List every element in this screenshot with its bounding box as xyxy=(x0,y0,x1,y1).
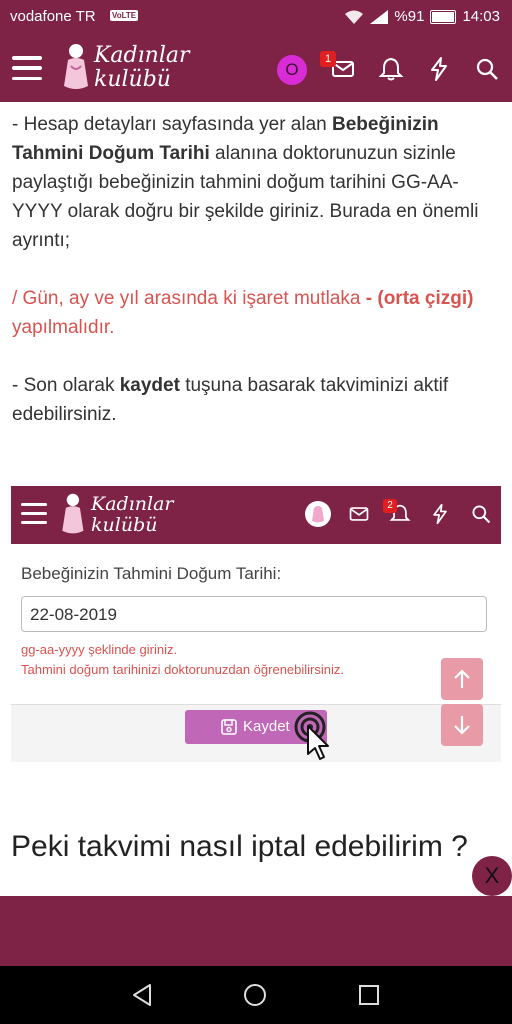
embedded-hamburger-icon xyxy=(21,503,47,524)
p3-text-a: - Son olarak xyxy=(12,375,120,396)
embedded-logo-line-2: kulübü xyxy=(91,514,158,536)
status-bar: vodafone TR VoLTE %91 14:03 xyxy=(0,0,512,34)
p3-bold: kaydet xyxy=(119,375,180,396)
embedded-avatar xyxy=(305,501,331,527)
bottom-banner xyxy=(0,896,512,966)
search-icon[interactable] xyxy=(474,56,500,82)
p2-bold: - (orta çizgi) xyxy=(365,288,474,309)
embedded-hint-doctor: Tahmini doğum tarihinizi doktorunuzdan ö… xyxy=(21,662,345,677)
embedded-avatar-figure-icon xyxy=(312,506,324,523)
embedded-due-date-field: 22-08-2019 xyxy=(21,596,487,632)
carrier-name: vodafone TR xyxy=(10,8,96,25)
embedded-notification-badge: 2 xyxy=(383,499,397,513)
section-heading: Peki takvimi nasıl iptal edebilirim ? xyxy=(11,830,468,863)
messages-badge: 1 xyxy=(320,51,336,67)
site-logo[interactable]: Kadınlar kulübü xyxy=(58,42,208,94)
cursor-pointer-icon xyxy=(307,725,329,760)
embedded-logo-line-1: Kadınlar xyxy=(91,493,174,515)
article-body: - Hesap detayları sayfasında yer alan Be… xyxy=(12,110,504,429)
battery-percent: %91 xyxy=(394,8,425,25)
logo-line-1: Kadınlar xyxy=(94,43,190,68)
arrow-up-icon xyxy=(454,669,470,688)
back-icon[interactable] xyxy=(130,982,154,1008)
signal-icon xyxy=(370,9,389,24)
embedded-hint-format: gg-aa-yyyy şeklinde giriniz. xyxy=(21,642,178,657)
embedded-search-icon xyxy=(472,505,491,524)
logo-line-2: kulübü xyxy=(94,67,171,92)
app-bar: Kadınlar kulübü O 1 xyxy=(0,34,512,102)
volte-badge: VoLTE xyxy=(110,10,139,21)
recents-icon[interactable] xyxy=(358,984,380,1006)
embedded-save-label: Kaydet xyxy=(243,718,290,735)
logo-figure-icon xyxy=(64,44,88,89)
p1-text-a: - Hesap detayları sayfasında yer alan xyxy=(12,114,333,135)
save-disk-icon xyxy=(221,719,237,735)
embedded-scroll-up-button xyxy=(441,658,483,700)
embedded-app-bar: Kadınlar kulübü 2 xyxy=(11,486,501,544)
bell-icon[interactable] xyxy=(378,56,404,82)
embedded-bolt-icon xyxy=(433,503,447,525)
embedded-logo-text: Kadınlar kulübü xyxy=(91,494,174,536)
clock: 14:03 xyxy=(462,8,500,25)
p2-text-a: / Gün, ay ve yıl arasında ki işaret mutl… xyxy=(12,288,366,309)
bolt-icon[interactable] xyxy=(426,56,452,82)
embedded-field-label: Bebeğinizin Tahmini Doğum Tarihi: xyxy=(21,564,282,583)
battery-icon xyxy=(430,9,457,24)
hamburger-icon[interactable] xyxy=(12,56,42,80)
system-nav-bar xyxy=(0,966,512,1024)
arrow-down-icon xyxy=(454,716,470,735)
home-icon[interactable] xyxy=(242,982,268,1008)
p2-text-b: yapılmalıdır. xyxy=(12,317,115,338)
paragraph-1: - Hesap detayları sayfasında yer alan Be… xyxy=(12,110,504,255)
paragraph-2: / Gün, ay ve yıl arasında ki işaret mutl… xyxy=(12,284,504,342)
paragraph-3: - Son olarak kaydet tuşuna basarak takvi… xyxy=(12,371,504,429)
close-ad-button[interactable]: X xyxy=(472,856,512,896)
embedded-logo: Kadınlar kulübü xyxy=(57,492,197,538)
embedded-mail-icon xyxy=(349,507,369,521)
embedded-scroll-down-button xyxy=(441,704,483,746)
embedded-screenshot: Kadınlar kulübü 2 Bebeğinizin Tahmini Do… xyxy=(11,486,501,762)
wifi-icon xyxy=(345,10,364,24)
avatar[interactable]: O xyxy=(277,55,307,85)
embedded-logo-figure-icon xyxy=(62,493,84,534)
logo-text: Kadınlar kulübü xyxy=(94,44,190,92)
